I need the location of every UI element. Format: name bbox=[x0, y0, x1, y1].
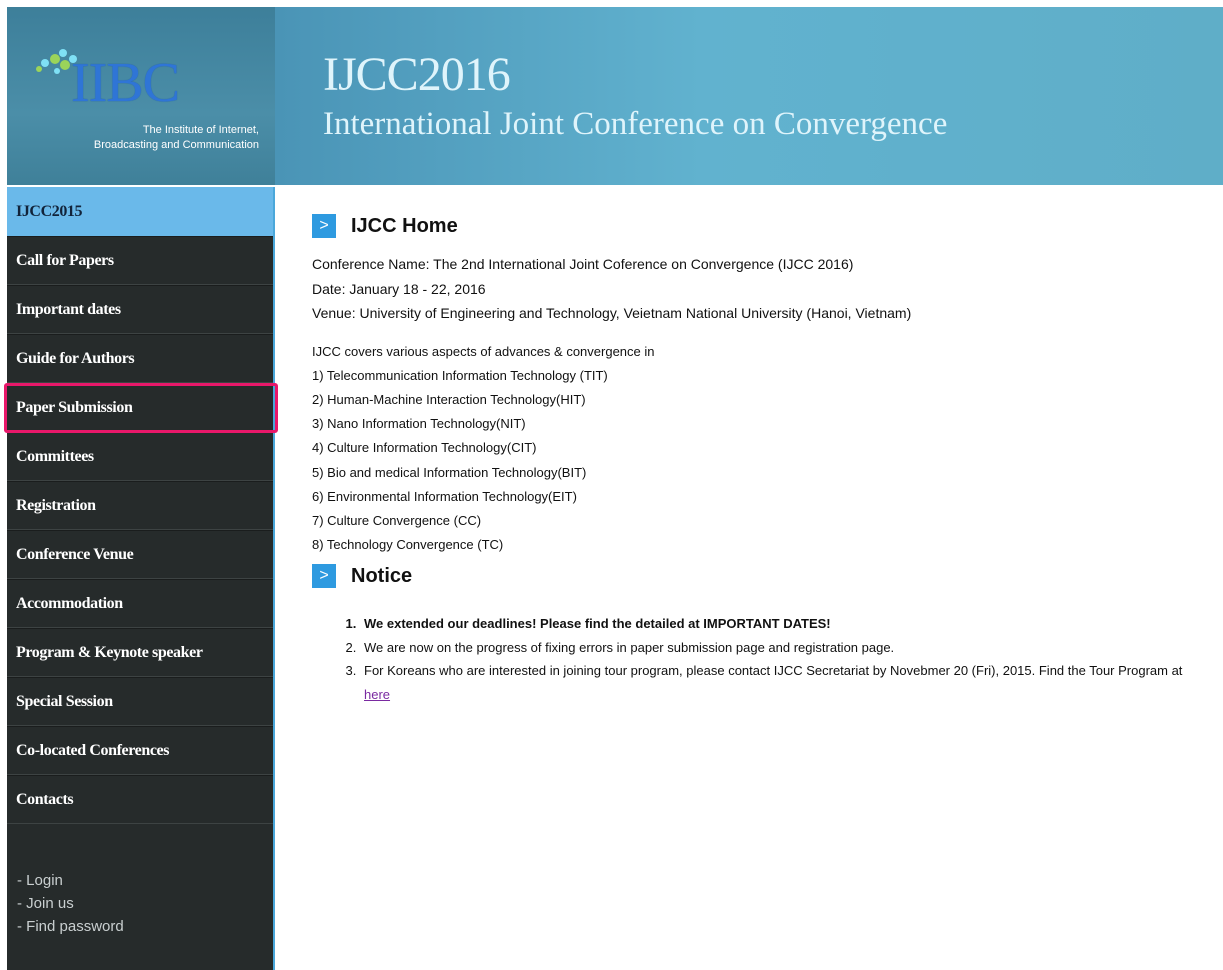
site-logo[interactable]: IIBC The Institute of Internet, Broadcas… bbox=[7, 7, 275, 185]
sidebar-item-contacts[interactable]: Contacts bbox=[7, 775, 273, 824]
topic-item: 3) Nano Information Technology(NIT) bbox=[312, 416, 526, 432]
topics-block: IJCC covers various aspects of advances … bbox=[312, 340, 1212, 558]
topic-item: 6) Environmental Information Technology(… bbox=[312, 488, 577, 504]
chevron-right-icon: > bbox=[312, 564, 336, 589]
sidebar-item-registration[interactable]: Registration bbox=[7, 481, 273, 530]
notice-text: For Koreans who are interested in joinin… bbox=[364, 663, 1183, 679]
notice-item: For Koreans who are interested in joinin… bbox=[360, 659, 1212, 706]
chevron-right-icon: > bbox=[312, 214, 336, 238]
notice-list: We extended our deadlines! Please find t… bbox=[312, 612, 1212, 706]
conference-info: Conference Name: The 2nd International J… bbox=[312, 252, 1212, 326]
sidebar-item-important-dates[interactable]: Important dates bbox=[7, 285, 273, 334]
sidebar-item-guide-for-authors[interactable]: Guide for Authors bbox=[7, 334, 273, 383]
topic-item: 1) Telecommunication Information Technol… bbox=[312, 367, 608, 383]
page-frame bbox=[0, 0, 7, 970]
conference-venue: Venue: University of Engineering and Tec… bbox=[312, 305, 912, 321]
topic-item: 7) Culture Convergence (CC) bbox=[312, 512, 482, 528]
conference-name: Conference Name: The 2nd International J… bbox=[312, 256, 854, 272]
topic-item: 8) Technology Convergence (TC) bbox=[312, 537, 504, 553]
notice-item: We extended our deadlines! Please find t… bbox=[360, 612, 1212, 636]
home-heading: > IJCC Home bbox=[312, 213, 1212, 239]
tour-program-link[interactable]: here bbox=[364, 687, 390, 702]
sidebar-nav: IJCC2015 Call for Papers Important dates… bbox=[7, 187, 275, 970]
sidebar-item-call-for-papers[interactable]: Call for Papers bbox=[7, 236, 273, 285]
sidebar-item-committees[interactable]: Committees bbox=[7, 432, 273, 481]
conference-date: Date: January 18 - 22, 2016 bbox=[312, 280, 486, 297]
topic-item: 2) Human-Machine Interaction Technology(… bbox=[312, 391, 586, 407]
sidebar-item-co-located-conferences[interactable]: Co-located Conferences bbox=[7, 726, 273, 775]
notice-heading: > Notice bbox=[312, 563, 1212, 589]
sidebar-item-conference-venue[interactable]: Conference Venue bbox=[7, 530, 273, 579]
sidebar-item-ijcc2015[interactable]: IJCC2015 bbox=[7, 187, 273, 236]
join-us-link[interactable]: - Join us bbox=[17, 892, 124, 915]
main-content: > IJCC Home Conference Name: The 2nd Int… bbox=[312, 187, 1212, 706]
logo-subtitle-line-1: The Institute of Internet, bbox=[142, 124, 259, 136]
account-links: - Login - Join us - Find password bbox=[17, 869, 124, 938]
banner-subtitle: International Joint Conference on Conver… bbox=[323, 106, 948, 142]
covers-intro: IJCC covers various aspects of advances … bbox=[312, 343, 655, 359]
topic-item: 5) Bio and medical Information Technolog… bbox=[312, 464, 587, 480]
find-password-link[interactable]: - Find password bbox=[17, 915, 124, 938]
notice-title: Notice bbox=[351, 564, 413, 587]
sidebar-item-special-session[interactable]: Special Session bbox=[7, 677, 273, 726]
home-title: IJCC Home bbox=[351, 214, 458, 237]
sidebar-item-accommodation[interactable]: Accommodation bbox=[7, 579, 273, 628]
header-banner: IJCC2016 International Joint Conference … bbox=[275, 7, 1223, 185]
banner-title: IJCC2016 bbox=[323, 48, 511, 101]
topic-item: 4) Culture Information Technology(CIT) bbox=[312, 440, 537, 456]
logo-subtitle-line-2: Broadcasting and Communication bbox=[93, 139, 259, 151]
logo-text: IIBC bbox=[71, 52, 180, 114]
sidebar-item-paper-submission[interactable]: Paper Submission bbox=[7, 383, 273, 432]
login-link[interactable]: - Login bbox=[17, 869, 124, 892]
notice-item: We are now on the progress of fixing err… bbox=[360, 636, 1212, 660]
sidebar-item-program-keynote[interactable]: Program & Keynote speaker bbox=[7, 628, 273, 677]
logo-subtitle: The Institute of Internet, Broadcasting … bbox=[59, 123, 259, 153]
